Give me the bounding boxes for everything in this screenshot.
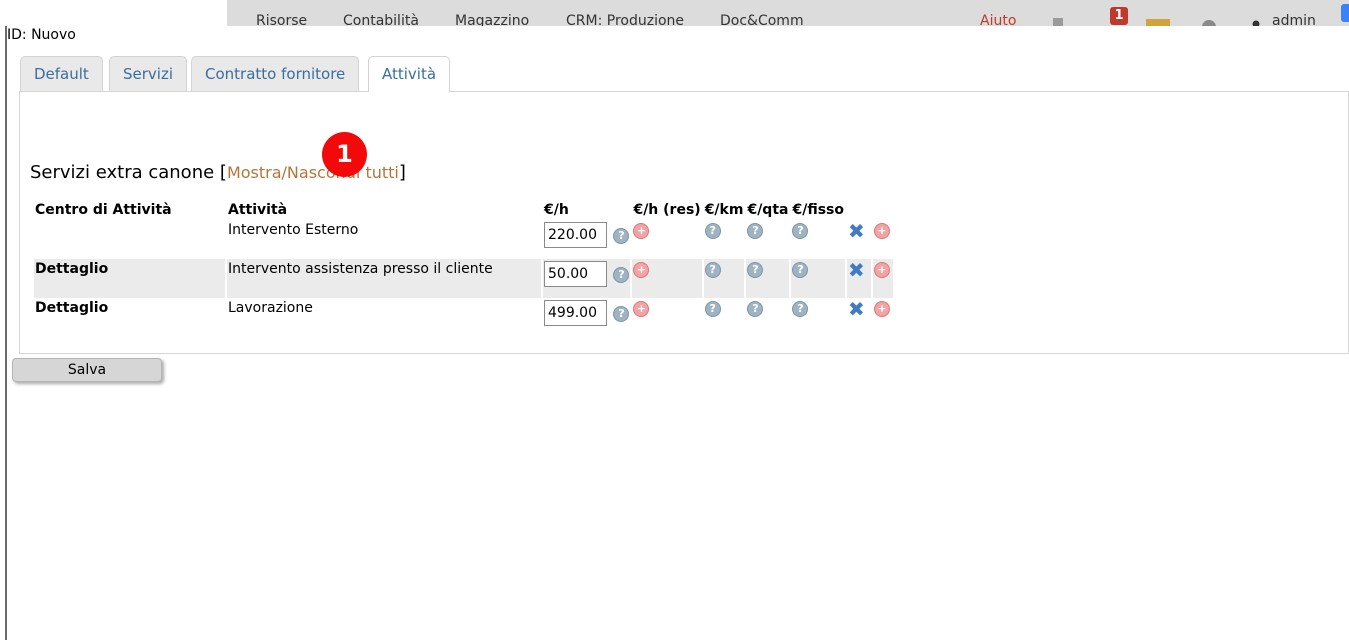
- question-circle-icon[interactable]: ?: [613, 267, 630, 283]
- clipboard-icon[interactable]: [1050, 15, 1072, 26]
- x-icon[interactable]: ✖: [848, 221, 865, 241]
- col-header-eur-h-res: €/h (res): [633, 202, 701, 218]
- plus-circle-icon[interactable]: +: [873, 262, 890, 278]
- price-per-hour-input[interactable]: [544, 261, 607, 287]
- notification-badge[interactable]: 1: [1110, 7, 1128, 25]
- row-centro: [34, 220, 225, 259]
- col-header-eur-km: €/km: [704, 202, 744, 218]
- tab-contratto-fornitore[interactable]: Contratto fornitore: [191, 56, 360, 91]
- user-icon: [1252, 15, 1260, 26]
- row-attivita: Intervento Esterno: [228, 222, 359, 238]
- table-row: Intervento Esterno ? + ? ? ? ✖ +: [34, 220, 893, 259]
- show-hide-all-link[interactable]: Mostra/Nascondi tutti: [227, 163, 399, 182]
- menu-item-crm-produzione[interactable]: CRM: Produzione: [566, 13, 684, 26]
- tab-servizi[interactable]: Servizi: [109, 56, 188, 91]
- logo-area: [0, 0, 227, 26]
- tab-attivita[interactable]: Attività: [368, 56, 451, 92]
- col-header-eur-qta: €/qta: [747, 202, 789, 218]
- tab-default[interactable]: Default: [20, 56, 103, 91]
- question-circle-icon[interactable]: ?: [613, 228, 630, 244]
- plus-circle-icon[interactable]: +: [873, 223, 890, 239]
- question-circle-icon[interactable]: ?: [747, 301, 764, 317]
- table-row: Dettaglio Intervento assistenza presso i…: [34, 259, 893, 298]
- row-attivita: Lavorazione: [228, 300, 313, 316]
- row-centro: Dettaglio: [35, 300, 109, 316]
- question-circle-icon[interactable]: ?: [704, 223, 721, 239]
- plus-circle-icon[interactable]: +: [873, 301, 890, 317]
- help-link[interactable]: Aiuto: [980, 13, 1016, 26]
- menu-item-doc-comm[interactable]: Doc&Comm: [720, 13, 804, 26]
- question-circle-icon[interactable]: ?: [747, 223, 764, 239]
- x-icon[interactable]: ✖: [848, 299, 865, 319]
- mail-icon[interactable]: [1146, 15, 1170, 26]
- question-circle-icon[interactable]: ?: [613, 306, 630, 322]
- app-topbar: Risorse Contabilità Magazzino CRM: Produ…: [0, 0, 1349, 26]
- col-header-eur-fisso: €/fisso: [792, 202, 844, 218]
- record-id-label: ID: Nuovo: [7, 27, 76, 43]
- row-price-cell: ?: [543, 220, 630, 259]
- question-circle-icon[interactable]: ?: [792, 262, 809, 278]
- question-circle-icon[interactable]: ?: [792, 223, 809, 239]
- row-price-cell: ?: [543, 259, 631, 298]
- plus-circle-icon[interactable]: +: [633, 262, 650, 278]
- col-header-attivita: Attività: [228, 202, 288, 218]
- menu-item-risorse[interactable]: Risorse: [256, 13, 307, 26]
- activity-dialog: ID: Nuovo Default Servizi Contratto forn…: [5, 26, 1349, 640]
- col-header-centro: Centro di Attività: [35, 202, 172, 218]
- row-price-cell: ?: [543, 298, 630, 337]
- services-table: Centro di Attività Attività €/h €/h (res…: [32, 198, 895, 337]
- question-circle-icon[interactable]: ?: [792, 301, 809, 317]
- row-centro: Dettaglio: [34, 259, 225, 298]
- plus-circle-icon[interactable]: +: [633, 223, 650, 239]
- table-row: Dettaglio Lavorazione ? + ? ? ? ✖ +: [34, 298, 893, 337]
- price-per-hour-input[interactable]: [544, 222, 607, 248]
- question-circle-icon[interactable]: ?: [704, 262, 721, 278]
- row-attivita: Intervento assistenza presso il cliente: [227, 259, 541, 298]
- plus-circle-icon[interactable]: +: [633, 301, 650, 317]
- question-circle-icon[interactable]: ?: [704, 301, 721, 317]
- menu-item-contabilita[interactable]: Contabilità: [343, 13, 419, 26]
- section-title-text: Servizi extra canone: [30, 162, 215, 183]
- x-icon[interactable]: ✖: [848, 260, 865, 280]
- sidebar-edge-handle[interactable]: [1341, 4, 1349, 22]
- settings-icon[interactable]: [1198, 15, 1220, 26]
- save-button[interactable]: Salva: [12, 358, 162, 382]
- menu-item-magazzino[interactable]: Magazzino: [455, 13, 529, 26]
- col-header-eur-h: €/h: [544, 202, 569, 218]
- tab-content-panel: 1 Servizi extra canone [Mostra/Nascondi …: [19, 91, 1349, 354]
- step-number-badge: 1: [322, 132, 367, 177]
- table-header-row: Centro di Attività Attività €/h €/h (res…: [34, 198, 893, 220]
- price-per-hour-input[interactable]: [544, 300, 607, 326]
- question-circle-icon[interactable]: ?: [747, 262, 764, 278]
- user-name[interactable]: admin: [1272, 13, 1316, 26]
